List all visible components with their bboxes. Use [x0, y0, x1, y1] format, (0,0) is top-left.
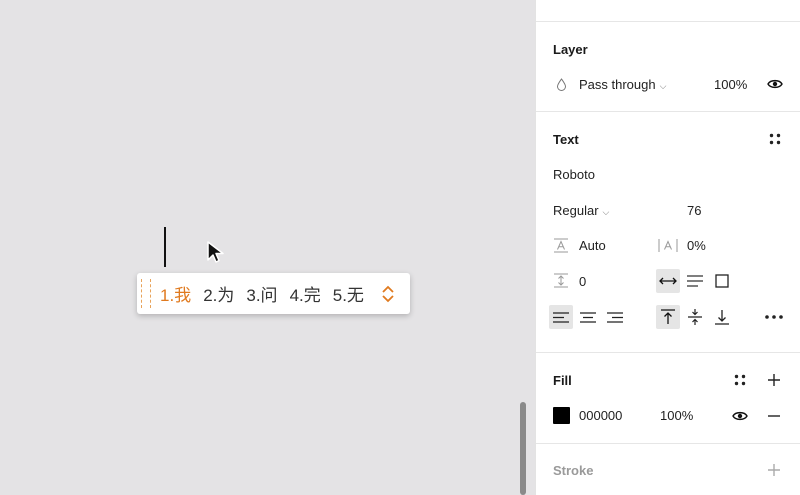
text-lines-icon [687, 275, 703, 287]
fill-color-swatch[interactable] [553, 407, 570, 424]
fill-hex-input[interactable]: 000000 [579, 408, 622, 423]
letter-spacing-input[interactable]: 0% [687, 238, 706, 253]
more-options-icon[interactable] [765, 315, 783, 319]
section-divider [536, 21, 800, 22]
align-left-icon [553, 311, 569, 323]
blend-mode-label: Pass through [579, 77, 656, 92]
section-divider [536, 111, 800, 112]
eye-icon[interactable] [767, 78, 783, 90]
styles-grid-icon[interactable] [734, 374, 746, 386]
ime-candidate-1[interactable]: 1.我 [160, 281, 191, 306]
font-style-dropdown[interactable]: Regular ⌵ [553, 203, 609, 218]
paragraph-spacing-icon [554, 273, 568, 288]
fill-opacity-input[interactable]: 100% [660, 408, 693, 423]
eye-icon[interactable] [732, 410, 748, 422]
line-height-input[interactable]: Auto [579, 238, 606, 253]
canvas[interactable]: 1.我 2.为 3.问 4.完 5.无 [0, 0, 535, 495]
text-section-title: Text [553, 132, 579, 147]
mouse-pointer-icon [207, 241, 224, 263]
stroke-section-title: Stroke [553, 463, 594, 478]
align-left-button[interactable] [549, 305, 573, 329]
fixed-size-button[interactable] [710, 269, 734, 293]
align-middle-icon [688, 309, 702, 325]
paragraph-spacing-input[interactable]: 0 [579, 274, 586, 289]
align-top-icon [661, 309, 675, 324]
chevron-down-icon: ⌵ [602, 207, 610, 217]
align-top-button[interactable] [656, 305, 680, 329]
plus-icon[interactable] [767, 463, 781, 477]
letter-spacing-icon [658, 239, 678, 252]
arrows-horizontal-icon [659, 277, 677, 285]
align-right-icon [607, 311, 623, 323]
align-center-button[interactable] [576, 305, 600, 329]
minus-icon[interactable] [767, 415, 781, 417]
ime-drag-handle[interactable] [141, 279, 151, 308]
canvas-scrollbar[interactable] [520, 402, 526, 495]
layer-section-title: Layer [553, 42, 588, 57]
blend-mode-icon [556, 78, 567, 91]
section-divider [536, 443, 800, 444]
font-family-input[interactable]: Roboto [553, 167, 595, 182]
properties-panel: Layer Pass through ⌵ 100% Text Roboto Reg… [535, 0, 800, 495]
ime-candidate-2[interactable]: 2.为 [203, 281, 234, 306]
plus-icon[interactable] [767, 373, 781, 387]
auto-height-button[interactable] [683, 269, 707, 293]
align-bottom-button[interactable] [710, 305, 734, 329]
auto-width-button[interactable] [656, 269, 680, 293]
layer-opacity-input[interactable]: 100% [714, 77, 747, 92]
ime-page-arrows-icon[interactable] [381, 285, 395, 303]
ime-candidate-4[interactable]: 4.完 [290, 281, 321, 306]
blend-mode-dropdown[interactable]: Pass through ⌵ [579, 77, 666, 92]
font-style-label: Regular [553, 203, 599, 218]
align-center-icon [580, 311, 596, 323]
ime-candidate-3[interactable]: 3.问 [246, 281, 277, 306]
section-divider [536, 352, 800, 353]
font-size-input[interactable]: 76 [687, 203, 701, 218]
styles-grid-icon[interactable] [769, 133, 781, 145]
align-middle-button[interactable] [683, 305, 707, 329]
ime-candidate-window: 1.我 2.为 3.问 4.完 5.无 [137, 273, 410, 314]
fill-section-title: Fill [553, 373, 572, 388]
align-right-button[interactable] [603, 305, 627, 329]
line-height-icon [554, 238, 568, 253]
chevron-down-icon: ⌵ [659, 81, 667, 91]
ime-candidate-5[interactable]: 5.无 [333, 281, 364, 306]
text-caret [164, 227, 166, 267]
square-icon [715, 274, 729, 288]
align-bottom-icon [715, 310, 729, 325]
